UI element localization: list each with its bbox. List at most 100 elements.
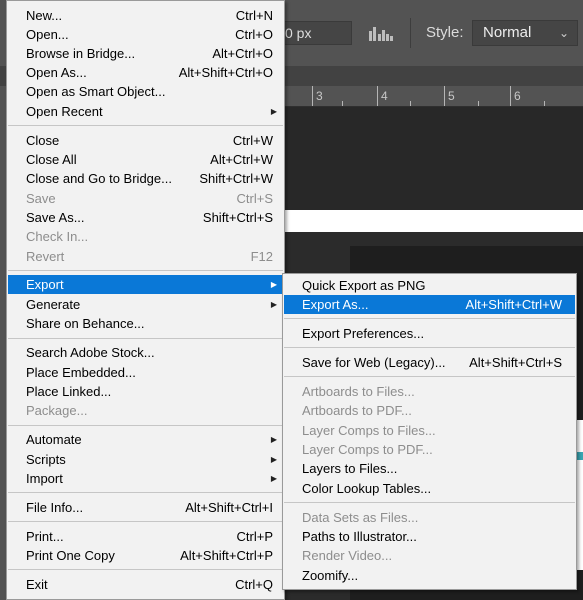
menu-item-revert[interactable]: Revert F12: [8, 247, 283, 266]
ruler-tick: [510, 86, 511, 106]
menu-item-print[interactable]: Print... Ctrl+P: [8, 527, 283, 546]
menu-item-label: Render Video...: [302, 548, 393, 563]
menu-item-shortcut: Alt+Ctrl+O: [212, 46, 273, 61]
menu-item-shortcut: Ctrl+P: [236, 529, 273, 544]
menu-item-color-lookup-tables[interactable]: Color Lookup Tables...: [284, 479, 575, 498]
menu-item-open-as[interactable]: Open As... Alt+Shift+Ctrl+O: [8, 63, 283, 82]
menu-item-close-all[interactable]: Close All Alt+Ctrl+W: [8, 150, 283, 169]
menu-item-print-one-copy[interactable]: Print One Copy Alt+Shift+Ctrl+P: [8, 546, 283, 565]
menu-item-close-and-go-to-bridge[interactable]: Close and Go to Bridge... Shift+Ctrl+W: [8, 169, 283, 188]
ruler-tick: [342, 101, 343, 106]
menu-item-open[interactable]: Open... Ctrl+O: [8, 25, 283, 44]
menu-item-shortcut: Alt+Shift+Ctrl+I: [185, 500, 273, 515]
menu-item-export[interactable]: Export ▶: [8, 275, 283, 295]
submenu-arrow-icon: ▶: [270, 435, 277, 444]
menu-item-label: Zoomify...: [302, 568, 359, 583]
menu-separator: [8, 521, 283, 522]
document-thumbnail: [576, 420, 583, 570]
style-dropdown[interactable]: Normal ⌄: [472, 20, 578, 46]
menu-item-save-for-web[interactable]: Save for Web (Legacy)... Alt+Shift+Ctrl+S: [284, 353, 575, 372]
submenu-arrow-icon: ▶: [270, 280, 277, 289]
chevron-down-icon: ⌄: [558, 26, 569, 40]
menu-item-share-on-behance[interactable]: Share on Behance...: [8, 314, 283, 333]
menu-item-label: Save As...: [26, 210, 85, 225]
menu-item-label: Search Adobe Stock...: [26, 345, 155, 360]
menu-item-shortcut: Ctrl+O: [235, 27, 273, 42]
menu-item-place-embedded[interactable]: Place Embedded...: [8, 363, 283, 382]
menu-item-label: Save for Web (Legacy)...: [302, 355, 446, 370]
menu-item-label: Export As...: [302, 297, 369, 312]
submenu-arrow-icon: ▶: [270, 107, 277, 116]
menu-item-artboards-to-pdf[interactable]: Artboards to PDF...: [284, 401, 575, 420]
ruler-tick: [544, 101, 545, 106]
menu-item-layers-to-files[interactable]: Layers to Files...: [284, 459, 575, 478]
menu-separator: [8, 425, 283, 426]
menu-item-shortcut: Ctrl+W: [232, 133, 273, 148]
menu-item-label: Layer Comps to PDF...: [302, 442, 433, 457]
menu-item-paths-to-illustrator[interactable]: Paths to Illustrator...: [284, 527, 575, 546]
menu-item-check-in[interactable]: Check In...: [8, 227, 283, 246]
menu-item-label: Color Lookup Tables...: [302, 481, 432, 496]
ruler-number: 3: [316, 89, 323, 103]
menu-item-file-info[interactable]: File Info... Alt+Shift+Ctrl+I: [8, 498, 283, 517]
menu-separator: [8, 569, 283, 570]
menu-separator: [8, 338, 283, 339]
menu-item-artboards-to-files[interactable]: Artboards to Files...: [284, 382, 575, 401]
ruler-tick: [312, 86, 313, 106]
style-value: Normal: [483, 24, 532, 41]
menu-item-render-video[interactable]: Render Video...: [284, 546, 575, 565]
menu-item-label: Generate: [26, 297, 81, 312]
menu-item-place-linked[interactable]: Place Linked...: [8, 382, 283, 401]
menu-item-label: Place Embedded...: [26, 365, 136, 380]
menu-item-browse-in-bridge[interactable]: Browse in Bridge... Alt+Ctrl+O: [8, 44, 283, 63]
menu-item-label: Import: [26, 471, 63, 486]
ruler-tick: [478, 101, 479, 106]
width-input[interactable]: 0 px: [276, 21, 352, 45]
menu-item-data-sets-as-files[interactable]: Data Sets as Files...: [284, 508, 575, 527]
menu-item-package[interactable]: Package...: [8, 401, 283, 420]
ruler-tick: [377, 86, 378, 106]
menu-item-import[interactable]: Import ▶: [8, 469, 283, 488]
ruler-tick: [444, 86, 445, 106]
menu-item-layer-comps-to-files[interactable]: Layer Comps to Files...: [284, 421, 575, 440]
menu-item-automate[interactable]: Automate ▶: [8, 430, 283, 449]
ratio-swap-icon[interactable]: [368, 25, 394, 41]
submenu-arrow-icon: ▶: [270, 455, 277, 464]
menu-separator: [284, 347, 575, 348]
menu-item-save[interactable]: Save Ctrl+S: [8, 189, 283, 208]
menu-item-label: Check In...: [26, 229, 89, 244]
menu-item-label: Data Sets as Files...: [302, 510, 419, 525]
menu-item-label: Open Recent: [26, 104, 103, 119]
menu-item-label: Revert: [26, 249, 65, 264]
menu-separator: [284, 502, 575, 503]
menu-item-open-as-smart-object[interactable]: Open as Smart Object...: [8, 82, 283, 101]
menu-item-label: File Info...: [26, 500, 84, 515]
menu-item-quick-export-png[interactable]: Quick Export as PNG: [284, 276, 575, 295]
menu-item-open-recent[interactable]: Open Recent ▶: [8, 102, 283, 121]
menu-item-label: Browse in Bridge...: [26, 46, 136, 61]
menu-item-generate[interactable]: Generate ▶: [8, 295, 283, 314]
menu-separator: [8, 492, 283, 493]
menu-separator: [8, 270, 283, 271]
menu-item-shortcut: Alt+Shift+Ctrl+P: [180, 548, 273, 563]
menu-item-label: Package...: [26, 403, 88, 418]
menu-item-label: Scripts: [26, 452, 66, 467]
menu-item-exit[interactable]: Exit Ctrl+Q: [8, 575, 283, 594]
menu-item-new[interactable]: New... Ctrl+N: [8, 6, 283, 25]
menu-item-label: Automate: [26, 432, 82, 447]
menu-item-save-as[interactable]: Save As... Shift+Ctrl+S: [8, 208, 283, 227]
menu-item-layer-comps-to-pdf[interactable]: Layer Comps to PDF...: [284, 440, 575, 459]
menu-item-search-adobe-stock[interactable]: Search Adobe Stock...: [8, 343, 283, 362]
menu-item-label: Close: [26, 133, 60, 148]
submenu-arrow-icon: ▶: [270, 474, 277, 483]
menu-item-export-preferences[interactable]: Export Preferences...: [284, 324, 575, 343]
menu-item-scripts[interactable]: Scripts ▶: [8, 450, 283, 469]
menu-item-label: Place Linked...: [26, 384, 112, 399]
menu-item-close[interactable]: Close Ctrl+W: [8, 131, 283, 150]
menu-item-zoomify[interactable]: Zoomify...: [284, 566, 575, 585]
menu-item-shortcut: F12: [250, 249, 273, 264]
menu-item-shortcut: Alt+Shift+Ctrl+O: [178, 65, 273, 80]
menu-item-export-as[interactable]: Export As... Alt+Shift+Ctrl+W: [284, 295, 575, 315]
ruler-number: 4: [381, 89, 388, 103]
export-submenu: Quick Export as PNG Export As... Alt+Shif…: [282, 273, 577, 590]
